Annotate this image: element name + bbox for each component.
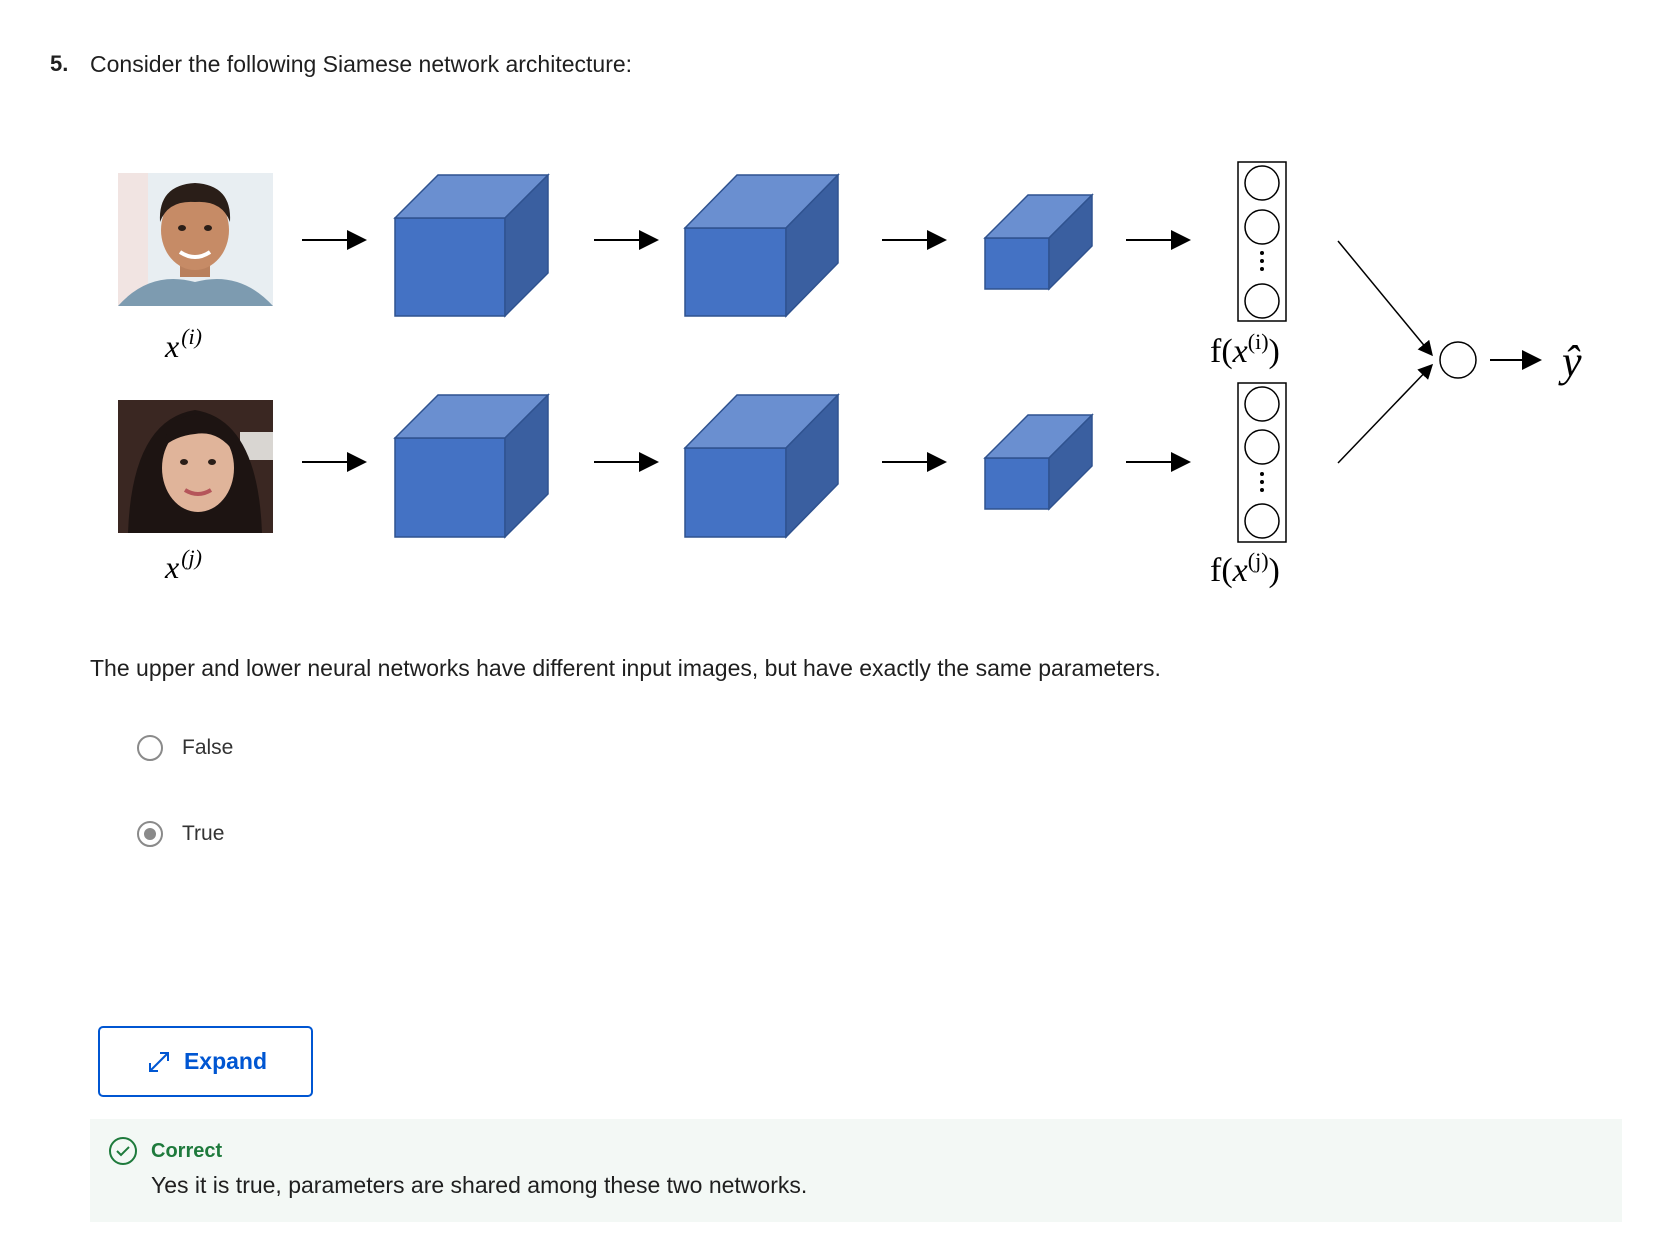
conv-block-lower-3 (983, 413, 1094, 511)
feedback-status: Correct (151, 1140, 223, 1162)
input-photo-upper (118, 173, 273, 306)
option-false-label: False (182, 736, 234, 759)
siamese-network-diagram: x(i) x(j) f(x(i)) f(x(j)) ŷ (118, 161, 1582, 589)
input-label-lower: x(j) (164, 545, 202, 585)
conv-block-lower-1 (393, 393, 550, 539)
input-photo-lower (118, 400, 273, 533)
merge-line-lower (1337, 363, 1434, 464)
encoding-vector-lower (1237, 382, 1287, 543)
expand-arrows-icon (148, 1051, 169, 1072)
option-false[interactable]: False (137, 732, 233, 764)
merge-line-upper (1337, 240, 1433, 357)
expand-button-label: Expand (183, 1048, 268, 1074)
option-true-label: True (182, 822, 225, 845)
question-statement: The upper and lower neural networks have… (90, 655, 1161, 681)
conv-block-upper-3 (983, 193, 1094, 291)
radio-false[interactable] (137, 735, 163, 761)
radio-true[interactable] (137, 821, 163, 847)
encoding-vector-upper (1237, 161, 1287, 322)
encoding-label-upper: f(x(i)) (1210, 329, 1280, 370)
conv-block-upper-2 (683, 173, 840, 318)
input-label-upper: x(i) (164, 324, 202, 364)
feedback-message: Yes it is true, parameters are shared am… (151, 1172, 808, 1198)
encoding-label-lower: f(x(j)) (1210, 548, 1280, 589)
output-label: ŷ (1558, 337, 1582, 386)
feedback-panel: Correct Yes it is true, parameters are s… (90, 1119, 1622, 1222)
expand-button[interactable]: Expand (98, 1026, 313, 1097)
conv-block-upper-1 (393, 173, 550, 318)
output-unit (1439, 341, 1477, 379)
conv-block-lower-2 (683, 393, 840, 539)
option-true[interactable]: True (137, 818, 224, 850)
check-circle-icon (109, 1137, 137, 1165)
